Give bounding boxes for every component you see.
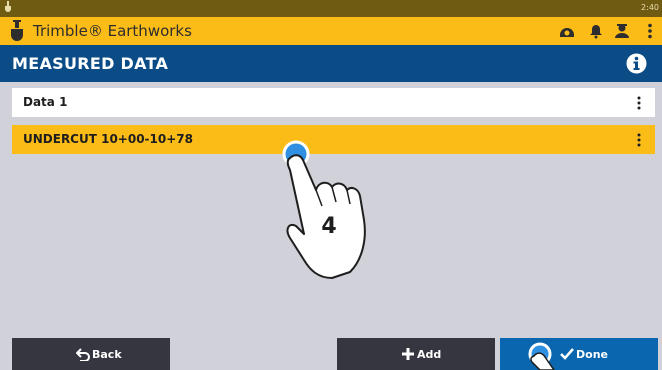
system-status-bar: 2:40 — [0, 0, 662, 17]
dashboard-icon[interactable] — [558, 22, 576, 40]
trimble-logo-icon — [11, 20, 23, 41]
add-button-label: Add — [417, 348, 442, 361]
app-bar: Trimble® Earthworks — [0, 17, 662, 45]
list-item-label: Data 1 — [23, 95, 68, 109]
status-time: 2:40 — [641, 3, 659, 12]
tap-gesture-hand-icon — [528, 342, 555, 370]
more-vertical-icon[interactable] — [641, 22, 659, 40]
back-button-label: Back — [92, 348, 122, 361]
more-vertical-icon[interactable] — [636, 133, 642, 147]
list-item-label: UNDERCUT 10+00-10+78 — [23, 132, 193, 146]
page-title: MEASURED DATA — [12, 54, 169, 73]
info-icon[interactable] — [626, 53, 647, 74]
back-arrow-icon — [76, 348, 90, 361]
app-title: Trimble® Earthworks — [33, 22, 192, 40]
step-number: 4 — [321, 214, 336, 239]
back-button[interactable]: Back — [12, 338, 170, 370]
plus-icon — [402, 348, 414, 360]
user-icon[interactable] — [613, 22, 631, 40]
notification-icon — [5, 1, 11, 12]
add-button[interactable]: Add — [337, 338, 495, 370]
tap-gesture-hand-icon: 4 — [282, 140, 366, 279]
done-button-label: Done — [576, 348, 608, 361]
more-vertical-icon[interactable] — [636, 96, 642, 110]
list-item[interactable]: Data 1 — [12, 88, 655, 117]
bell-icon[interactable] — [587, 22, 605, 40]
page-header: MEASURED DATA — [0, 45, 662, 82]
